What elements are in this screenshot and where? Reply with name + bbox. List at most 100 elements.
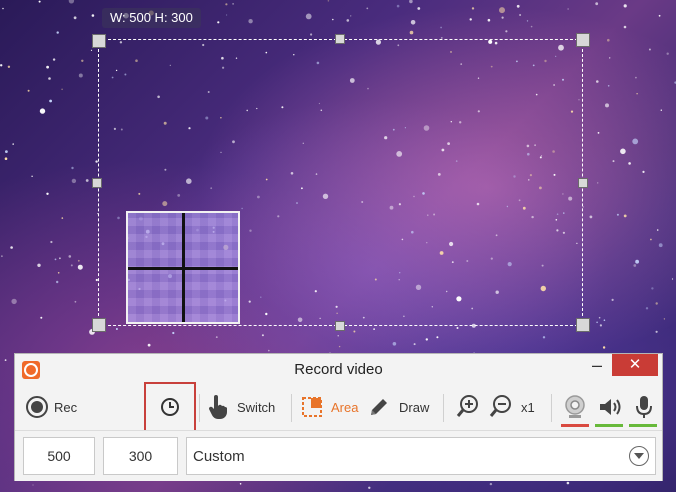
star [38, 0, 41, 3]
zoom-out-button[interactable] [489, 386, 513, 428]
capture-size-label: W: 500 H: 300 [102, 8, 201, 28]
star [37, 263, 41, 267]
star [607, 85, 610, 87]
star [32, 484, 34, 486]
speaker-toggle[interactable] [597, 386, 623, 428]
timer-button[interactable] [144, 382, 196, 432]
resize-handle-top-left[interactable] [92, 34, 106, 48]
star [611, 298, 614, 301]
resize-handle-right[interactable] [578, 178, 588, 188]
title-bar[interactable]: Record video – ✕ [15, 354, 662, 386]
star [660, 109, 662, 111]
star [623, 4, 627, 8]
resize-handle-bottom[interactable] [335, 321, 345, 331]
star [2, 7, 4, 10]
star [526, 20, 529, 22]
microphone-status-indicator [629, 424, 657, 427]
star [620, 148, 626, 155]
star [261, 334, 264, 337]
star [353, 330, 356, 333]
speaker-status-indicator [595, 424, 623, 427]
star [366, 7, 369, 10]
star [598, 316, 601, 319]
star [530, 25, 533, 28]
star [217, 21, 220, 24]
star [0, 64, 3, 67]
star [346, 19, 350, 22]
microphone-toggle[interactable] [635, 386, 653, 428]
draw-button[interactable]: Draw [367, 386, 429, 428]
star [616, 213, 619, 216]
star [4, 157, 8, 160]
zoom-in-button[interactable] [456, 386, 480, 428]
star [666, 52, 669, 55]
star [635, 76, 637, 79]
close-button[interactable]: ✕ [612, 354, 658, 376]
star [417, 7, 421, 10]
resize-handle-bottom-left[interactable] [92, 318, 106, 332]
star [7, 65, 11, 69]
star [268, 349, 270, 352]
record-icon [26, 396, 48, 418]
star [636, 93, 638, 95]
star [85, 179, 89, 182]
chevron-down-icon[interactable] [629, 446, 649, 466]
star [373, 328, 375, 330]
star [52, 58, 56, 61]
star [327, 0, 330, 2]
webcam-status-indicator [561, 424, 589, 427]
toolbar: Rec Switch Area Draw x1 [15, 382, 662, 432]
toolbar-divider [291, 394, 292, 422]
resize-handle-bottom-right[interactable] [576, 318, 590, 332]
minimize-button[interactable]: – [582, 356, 612, 380]
switch-label: Switch [237, 399, 276, 415]
star [505, 30, 508, 33]
star [623, 214, 627, 218]
resize-handle-top[interactable] [335, 34, 345, 44]
star [71, 166, 74, 170]
area-button[interactable]: Area [301, 386, 358, 428]
size-preset-value: Custom [193, 447, 245, 465]
clock-icon [161, 398, 179, 416]
star [642, 170, 645, 173]
draw-label: Draw [399, 399, 430, 415]
zoom-level: x1 [521, 399, 535, 415]
rec-button[interactable]: Rec [25, 386, 77, 428]
star [596, 321, 598, 324]
size-preset-dropdown[interactable]: Custom [186, 437, 656, 475]
star [4, 359, 7, 361]
star [77, 264, 83, 270]
resize-handle-left[interactable] [92, 178, 102, 188]
star [409, 0, 413, 4]
star [650, 238, 652, 241]
star [68, 0, 75, 4]
webcam-toggle[interactable] [563, 386, 587, 428]
switch-button[interactable]: Switch [207, 386, 275, 428]
star [597, 182, 599, 184]
star [425, 338, 428, 341]
pencil-icon [371, 399, 387, 415]
star [648, 48, 651, 51]
star [605, 103, 609, 108]
star [310, 33, 313, 36]
star [392, 342, 397, 346]
toolbar-divider [199, 394, 200, 422]
star [440, 26, 442, 29]
star [248, 19, 253, 24]
star [215, 336, 218, 338]
star [656, 229, 659, 231]
star [81, 59, 84, 62]
star [655, 330, 658, 333]
star [410, 20, 416, 25]
star [436, 336, 439, 339]
star [597, 132, 600, 134]
area-select-icon [302, 397, 322, 417]
star [147, 343, 151, 347]
zoom-out-icon [489, 395, 511, 417]
star [56, 280, 59, 284]
star [368, 486, 371, 489]
star [635, 259, 639, 264]
resize-handle-top-right[interactable] [576, 33, 590, 47]
width-input[interactable]: 500 [23, 437, 95, 475]
height-input[interactable]: 300 [103, 437, 178, 475]
